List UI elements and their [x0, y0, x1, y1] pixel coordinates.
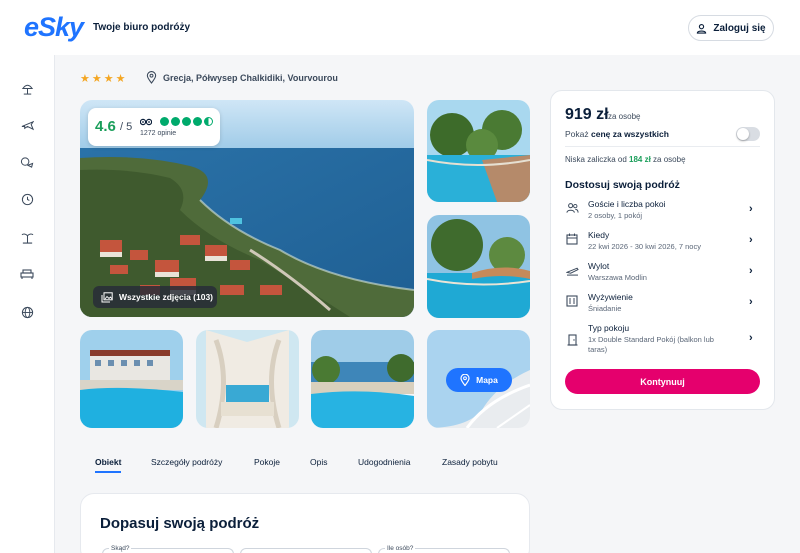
bed-icon[interactable] [17, 264, 37, 284]
continue-button[interactable]: Kontynuuj [565, 369, 760, 394]
deposit-pre: Niska zaliczka od [565, 155, 630, 164]
guests-icon [565, 201, 579, 215]
all-photos-button[interactable]: Wszystkie zdjęcia (103) [93, 286, 217, 308]
chevron-right-icon: › [749, 203, 753, 215]
calendar-icon [565, 232, 579, 246]
chevron-right-icon: › [749, 234, 753, 246]
deposit-amount: 184 zł [629, 155, 651, 164]
price-per-person: za osobę [608, 112, 641, 121]
customize-title: Dopasuj swoją podróż [100, 515, 260, 532]
rating-dot-half [204, 117, 213, 126]
option-departure[interactable]: Wylot Warszawa Modlin › [565, 261, 760, 287]
gallery-icon [101, 291, 113, 302]
chevron-right-icon: › [749, 332, 753, 344]
plane-hotel-icon[interactable] [17, 152, 37, 172]
location-text: Grecja, Półwysep Chalkidiki, Vourvourou [163, 72, 338, 83]
option-meal[interactable]: Wyżywienie Śniadanie › [565, 292, 760, 318]
option-sub: 1x Double Standard Pokój (balkon lub tar… [588, 335, 714, 354]
island-icon[interactable] [17, 227, 37, 247]
rating-dot [171, 117, 180, 126]
toggle-text-pre: Pokaż [565, 129, 591, 139]
option-dates[interactable]: Kiedy 22 kwi 2026 - 30 kwi 2026, 7 nocy … [565, 230, 760, 256]
from-field-label: Skąd? [109, 545, 132, 552]
rating-dot [182, 117, 191, 126]
hotel-stars: ★★★★ [80, 73, 128, 85]
option-title: Kiedy [588, 230, 610, 240]
option-title: Wylot [588, 261, 610, 271]
option-sub: Warszawa Modlin [588, 273, 647, 282]
meal-icon [565, 294, 579, 308]
logo-text: eSky [24, 11, 84, 42]
globe-icon[interactable] [17, 302, 37, 322]
customize-trip-title: Dostosuj swoją podróż [565, 179, 680, 191]
photo-sea-pool[interactable] [311, 330, 414, 428]
login-label: Zaloguj się [713, 22, 766, 34]
tab-opis[interactable]: Opis [310, 457, 327, 467]
photo-pool-sunset[interactable] [427, 215, 530, 318]
chevron-right-icon: › [749, 265, 753, 277]
photo-hotel-pool[interactable] [80, 330, 183, 428]
map-label: Mapa [476, 375, 498, 385]
tab-udogodnienia[interactable]: Udogodnienia [358, 457, 410, 467]
option-title: Typ pokoju [588, 323, 630, 333]
tab-obiekt[interactable]: Obiekt [95, 457, 121, 467]
tab-zasady-pobytu[interactable]: Zasady pobytu [442, 457, 498, 467]
photo-cabana[interactable] [196, 330, 299, 428]
people-field-label: Ile osób? [385, 545, 416, 552]
option-sub: Śniadanie [588, 304, 622, 313]
deposit-info: Niska zaliczka od 184 zł za osobę [565, 155, 686, 164]
option-title: Goście i liczba pokoi [588, 199, 666, 209]
option-sub: 22 kwi 2026 - 30 kwi 2026, 7 nocy [588, 242, 701, 251]
beach-umbrella-icon[interactable] [17, 78, 37, 98]
option-sub: 2 osoby, 1 pokój [588, 211, 643, 220]
location-pin-icon [146, 71, 157, 84]
all-photos-label: Wszystkie zdjęcia (103) [119, 292, 214, 302]
rating-dot [193, 117, 202, 126]
user-icon [697, 23, 707, 34]
toggle-text-bold: cenę za wszystkich [591, 129, 669, 139]
door-icon [565, 333, 579, 347]
rating-dot [160, 117, 169, 126]
rating-count: 1272 opinie [140, 130, 177, 137]
rating-score: 4.6 [95, 118, 116, 135]
chevron-right-icon: › [749, 296, 753, 308]
login-button[interactable]: Zaloguj się [688, 15, 774, 41]
plane-icon[interactable] [17, 115, 37, 135]
tripadvisor-rating [140, 117, 213, 126]
divider [565, 146, 760, 147]
esky-logo[interactable]: eSky [24, 11, 84, 42]
date-field[interactable] [240, 548, 372, 553]
toggle-knob [737, 128, 749, 140]
tab-pokoje[interactable]: Pokoje [254, 457, 280, 467]
deposit-post: za osobę [650, 155, 686, 164]
map-button[interactable]: Mapa [446, 368, 512, 392]
option-guests[interactable]: Goście i liczba pokoi 2 osoby, 1 pokój › [565, 199, 760, 225]
option-room-type[interactable]: Typ pokoju 1x Double Standard Pokój (bal… [565, 323, 760, 359]
map-pin-icon [460, 374, 470, 386]
takeoff-icon [565, 263, 579, 277]
tagline: Twoje biuro podróży [93, 22, 191, 33]
price: 919 zł [565, 106, 609, 123]
tripadvisor-icon [140, 118, 152, 126]
photo-pool-trees[interactable] [427, 100, 530, 202]
option-title: Wyżywienie [588, 292, 633, 302]
rating-out-of: / 5 [120, 121, 133, 133]
hotel-location[interactable]: Grecja, Półwysep Chalkidiki, Vourvourou [146, 71, 338, 84]
clock-icon[interactable] [17, 189, 37, 209]
price-toggle-label: Pokaż cenę za wszystkich [565, 129, 669, 139]
active-tab-indicator [95, 471, 121, 473]
tab-szczegoly-podrozy[interactable]: Szczegóły podróży [151, 457, 222, 467]
